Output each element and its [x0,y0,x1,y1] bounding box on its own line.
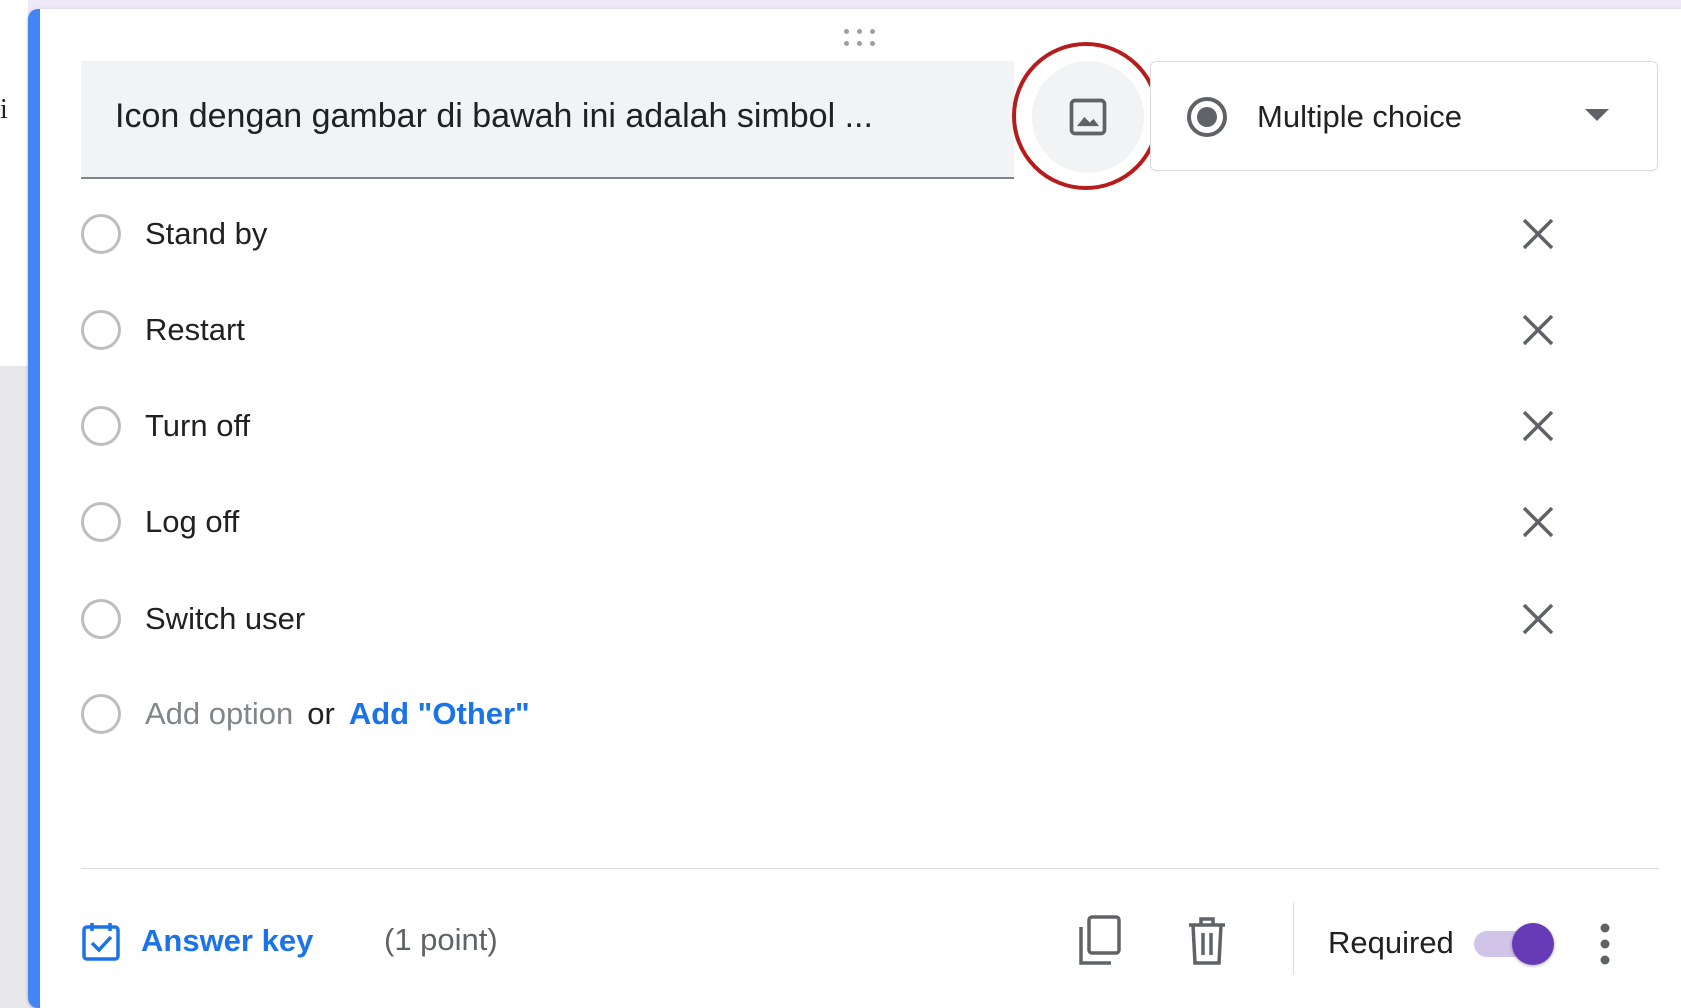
option-row[interactable]: Restart [81,300,1661,360]
option-row[interactable]: Stand by [81,204,1661,264]
answer-key-checkbox-icon [82,923,120,961]
question-title-text: Icon dengan gambar di bawah ini adalah s… [115,97,873,135]
background-strip-bottom [0,366,28,1008]
option-row[interactable]: Turn off [81,396,1661,456]
points-value: (1 point) [384,922,498,957]
close-icon[interactable] [1514,210,1562,258]
radio-icon [81,214,121,254]
trash-icon[interactable] [1179,913,1235,969]
page-edge-text: i [0,94,8,125]
question-type-label: Multiple choice [1257,99,1463,134]
required-toggle[interactable] [1474,921,1556,967]
close-icon[interactable] [1514,306,1562,354]
radio-icon [81,310,121,350]
active-accent-bar [28,9,40,1008]
close-icon[interactable] [1514,498,1562,546]
toggle-thumb [1512,923,1554,965]
radio-icon [81,599,121,639]
radio-icon [81,694,121,734]
radio-button-checked-icon [1187,97,1227,137]
background-strip-top [0,0,28,366]
question-title-field[interactable]: Icon dengan gambar di bawah ini adalah s… [81,61,1014,179]
close-icon[interactable] [1514,402,1562,450]
question-type-dropdown[interactable]: Multiple choice [1150,61,1658,171]
more-vert-icon[interactable] [1581,917,1629,971]
answer-key-label: Answer key [141,923,314,958]
add-option-button[interactable]: Add option [145,696,293,732]
add-option-controls: Add option or Add "Other" [145,696,530,732]
add-option-row: Add option or Add "Other" [81,684,1661,744]
add-other-button[interactable]: Add "Other" [349,696,530,732]
footer-divider [81,868,1659,869]
option-label[interactable]: Stand by [145,216,267,252]
required-label: Required [1328,925,1454,960]
radio-icon [81,406,121,446]
option-label[interactable]: Log off [145,504,239,540]
highlight-circle-annotation [1012,42,1160,190]
chevron-down-icon [1585,109,1609,121]
option-row[interactable]: Log off [81,492,1661,552]
close-icon[interactable] [1514,595,1562,643]
duplicate-icon[interactable] [1073,913,1129,969]
or-text: or [307,696,335,731]
drag-handle-icon[interactable] [840,26,880,52]
option-label[interactable]: Turn off [145,408,250,444]
radio-icon [81,502,121,542]
question-card[interactable]: Icon dengan gambar di bawah ini adalah s… [28,9,1681,1008]
footer-vertical-divider [1293,903,1294,975]
answer-key-button[interactable]: Answer key [81,911,313,971]
option-label[interactable]: Restart [145,312,245,348]
option-label[interactable]: Switch user [145,601,305,637]
option-row[interactable]: Switch user [81,589,1661,649]
